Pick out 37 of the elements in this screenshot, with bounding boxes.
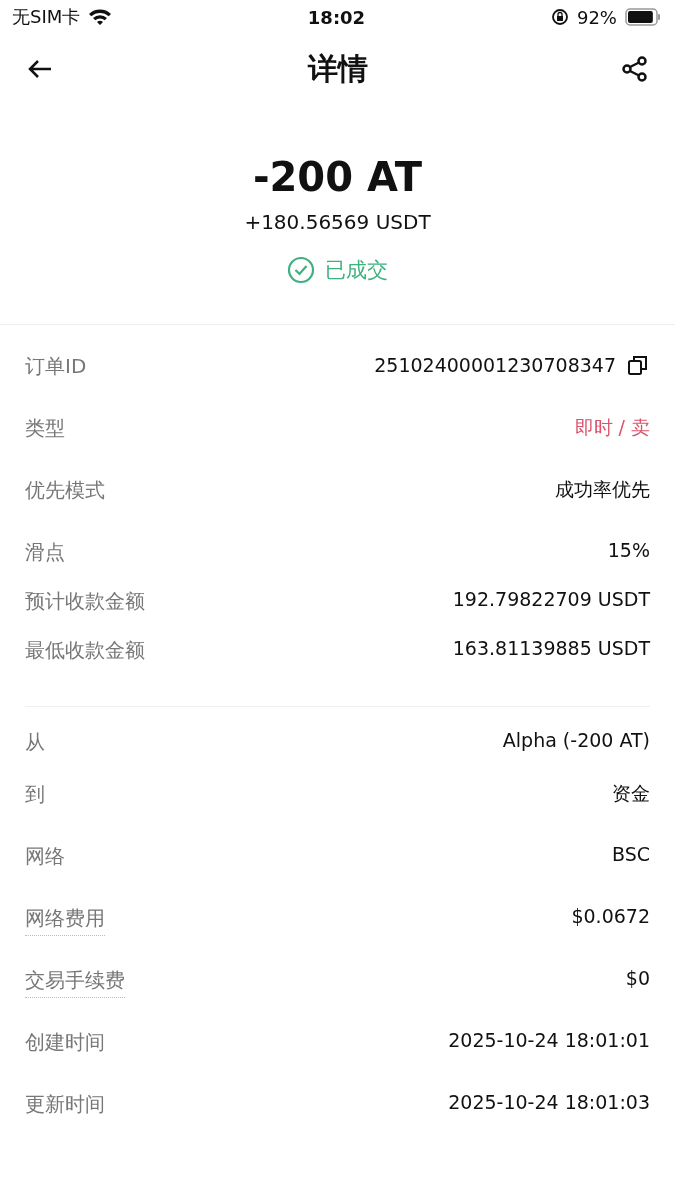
row-value: 成功率优先 [555,477,650,502]
row-label: 网络 [25,843,65,870]
row-value: $0.0672 [571,905,650,927]
rotation-lock-icon [550,8,569,26]
amount-text: -200 AT [252,154,423,200]
row-label: 类型 [25,415,65,442]
battery-icon [625,8,661,26]
row-label: 滑点 [25,539,65,566]
row-label: 订单ID [25,353,87,380]
row-value: 192.79822709 USDT [452,588,650,610]
row-label: 预计收款金额 [25,588,145,615]
row-value: 2025-10-24 18:01:03 [448,1091,650,1113]
row-label: 创建时间 [25,1029,105,1056]
row-label: 到 [25,781,45,808]
row-value: 2025-10-24 18:01:01 [448,1029,650,1051]
row-label: 更新时间 [25,1091,105,1118]
carrier-label: 无SIM卡 [12,5,81,29]
row-label: 最低收款金额 [25,637,145,664]
row-label[interactable]: 交易手续费 [25,967,125,998]
row-value: 15% [607,539,650,561]
row-value: 25102400001230708347 [374,354,616,376]
row-value: 即时 / 卖 [574,415,650,440]
copy-icon[interactable] [626,353,650,377]
row-value: $0 [625,967,650,989]
page-title: 详情 [307,49,368,88]
row-label: 从 [25,729,45,756]
row-value: BSC [611,843,650,865]
status-text: 已成交 [325,257,388,284]
row-value: 资金 [612,781,650,806]
time-label: 18:02 [307,6,366,28]
row-value: Alpha (-200 AT) [502,729,650,751]
row-label[interactable]: 网络费用 [25,905,105,936]
received-amount: +180.56569 USDT [244,210,431,234]
wifi-icon [88,8,113,26]
row-value: 163.81139885 USDT [452,637,650,659]
battery-percent: 92% [576,6,617,28]
row-label: 优先模式 [25,477,105,504]
